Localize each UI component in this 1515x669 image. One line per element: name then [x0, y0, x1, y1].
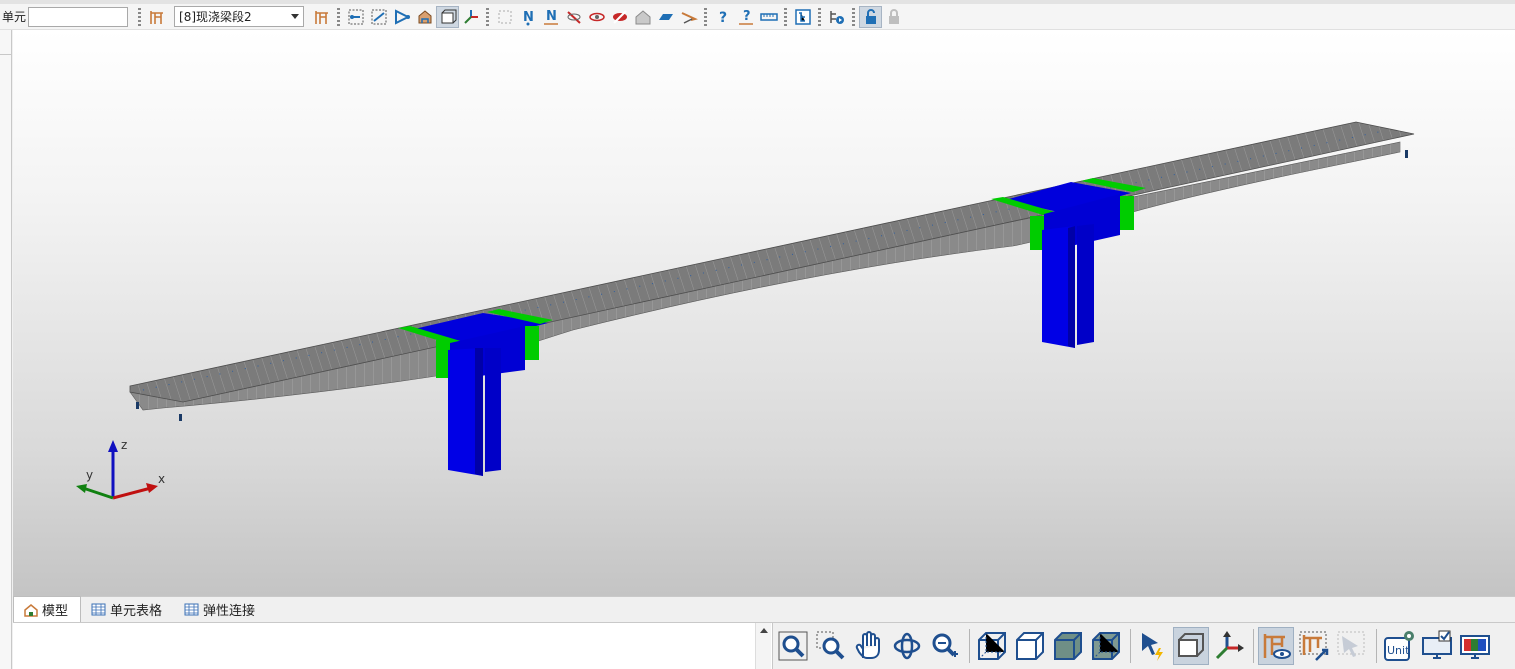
element-select-icon[interactable]	[367, 6, 390, 28]
frame-icon[interactable]	[310, 6, 333, 28]
hidden-view-icon[interactable]	[436, 5, 460, 28]
coordinate-axes-icon[interactable]	[1211, 627, 1247, 665]
unlock-icon[interactable]	[882, 6, 905, 28]
node-select-icon[interactable]	[344, 6, 367, 28]
model-viewport[interactable]: z y x	[13, 30, 1515, 596]
axis-label-x: x	[158, 472, 165, 486]
unit-settings-icon[interactable]: Unit	[1381, 627, 1417, 665]
home-icon	[24, 603, 38, 617]
show-icon[interactable]	[585, 6, 608, 28]
query-element-icon[interactable]: ?	[734, 6, 757, 28]
toolbar-separator	[1253, 629, 1254, 663]
polyline-select-icon[interactable]	[390, 6, 413, 28]
toolbar-grip[interactable]	[138, 7, 142, 26]
pier-left-column-b[interactable]	[485, 348, 501, 472]
frame-pick-icon[interactable]	[1296, 627, 1332, 665]
toolbar-grip[interactable]	[486, 7, 490, 26]
home-icon[interactable]	[631, 6, 654, 28]
svg-text:N: N	[546, 9, 557, 24]
pier-left-column-a-side[interactable]	[475, 348, 483, 476]
toolbar-grip[interactable]	[852, 7, 856, 26]
support-left-a[interactable]	[136, 402, 139, 409]
bottom-panel: Unit	[13, 623, 1515, 669]
element-input[interactable]	[28, 6, 129, 27]
segment-green-right-side-a[interactable]	[1030, 216, 1044, 250]
frame-icon[interactable]	[145, 6, 168, 28]
girder-deck[interactable]	[129, 121, 1415, 403]
group-select[interactable]: [8]现浇梁段2	[174, 6, 305, 27]
axis-triad: z y x	[76, 438, 165, 500]
eye-off-icon[interactable]	[608, 6, 631, 28]
shaded-view-icon[interactable]	[1050, 627, 1086, 665]
shaded-edges-view-icon[interactable]	[1088, 627, 1124, 665]
segment-green-left-side-a[interactable]	[436, 340, 450, 378]
record-icon[interactable]	[825, 6, 848, 28]
dock-divider	[0, 54, 12, 55]
node-number-icon[interactable]: N	[516, 6, 539, 28]
toolbar-grip[interactable]	[818, 7, 822, 26]
tree-tabs: 模型 单元表格 弹性连接	[13, 596, 1515, 623]
top-toolbar: 单元 [8]现浇梁段2 N N ? ?	[0, 0, 1515, 30]
unit-text: Unit	[1387, 644, 1410, 657]
support-left-b[interactable]	[179, 414, 182, 421]
frame-eye-icon[interactable]	[1258, 627, 1294, 665]
svg-text:?: ?	[743, 9, 751, 24]
table-icon	[91, 603, 106, 615]
scrollbar[interactable]	[755, 623, 771, 669]
svg-text:?: ?	[719, 10, 727, 26]
tab-elastic-link-label: 弹性连接	[203, 603, 256, 619]
app-window: 单元 [8]现浇梁段2 N N ? ? z y x 模型 单元表格 弹性连接 U…	[0, 0, 1515, 669]
pointer-select-icon[interactable]	[1135, 627, 1171, 665]
wireframe-view-icon[interactable]	[974, 627, 1010, 665]
table-icon	[184, 603, 199, 615]
model-canvas[interactable]: z y x	[13, 30, 1515, 596]
scroll-up-icon[interactable]	[760, 628, 768, 633]
hide-icon[interactable]	[562, 6, 585, 28]
view-toolbar: Unit	[772, 623, 1515, 669]
zoom-fit-icon[interactable]	[775, 627, 811, 665]
toolbar-grip[interactable]	[704, 7, 708, 26]
zoom-in-out-icon[interactable]	[927, 627, 963, 665]
chevron-down-icon[interactable]	[291, 14, 300, 19]
tab-model[interactable]: 模型	[13, 596, 82, 622]
zoom-window-icon[interactable]	[813, 627, 849, 665]
display-box-icon[interactable]	[1173, 627, 1209, 665]
toolbar-grip[interactable]	[337, 7, 341, 26]
tab-elastic-link[interactable]: 弹性连接	[174, 596, 267, 622]
monitor-check-icon[interactable]	[1419, 627, 1455, 665]
support-right[interactable]	[1405, 150, 1408, 158]
toolbar-grip[interactable]	[784, 7, 788, 26]
model-view-icon[interactable]	[413, 6, 436, 28]
toolbar-separator	[969, 629, 970, 663]
window-select-icon[interactable]	[493, 6, 516, 28]
axis-label-y: y	[86, 468, 93, 482]
segment-green-left-side-b[interactable]	[525, 326, 539, 360]
pan-hand-icon[interactable]	[851, 627, 887, 665]
segment-green-right-side-b[interactable]	[1120, 196, 1134, 230]
monitor-color-icon[interactable]	[1457, 627, 1493, 665]
lock-icon[interactable]	[859, 5, 883, 28]
tab-element-table[interactable]: 单元表格	[81, 596, 174, 622]
measure-icon[interactable]	[757, 6, 780, 28]
arrow-icon[interactable]	[677, 6, 700, 28]
section-icon[interactable]	[654, 6, 677, 28]
node-number-alt-icon[interactable]: N	[539, 6, 562, 28]
frame-disabled-icon[interactable]	[1334, 627, 1370, 665]
toolbar-separator	[1130, 629, 1131, 663]
left-dock-strip[interactable]	[0, 30, 12, 669]
pier-right-column-a-side[interactable]	[1068, 226, 1075, 348]
hidden-line-view-icon[interactable]	[1012, 627, 1048, 665]
toolbar-separator	[1376, 629, 1377, 663]
tab-element-table-label: 单元表格	[110, 603, 163, 619]
rotate-icon[interactable]	[889, 627, 925, 665]
axis-icon[interactable]	[459, 6, 482, 28]
query-node-icon[interactable]: ?	[711, 6, 734, 28]
axis-label-z: z	[121, 438, 127, 452]
group-select-value: [8]现浇梁段2	[179, 10, 252, 24]
tree-icon[interactable]	[791, 6, 814, 28]
element-label: 单元	[2, 10, 27, 24]
tab-model-label: 模型	[42, 604, 69, 619]
pier-right-column-b[interactable]	[1077, 224, 1094, 345]
